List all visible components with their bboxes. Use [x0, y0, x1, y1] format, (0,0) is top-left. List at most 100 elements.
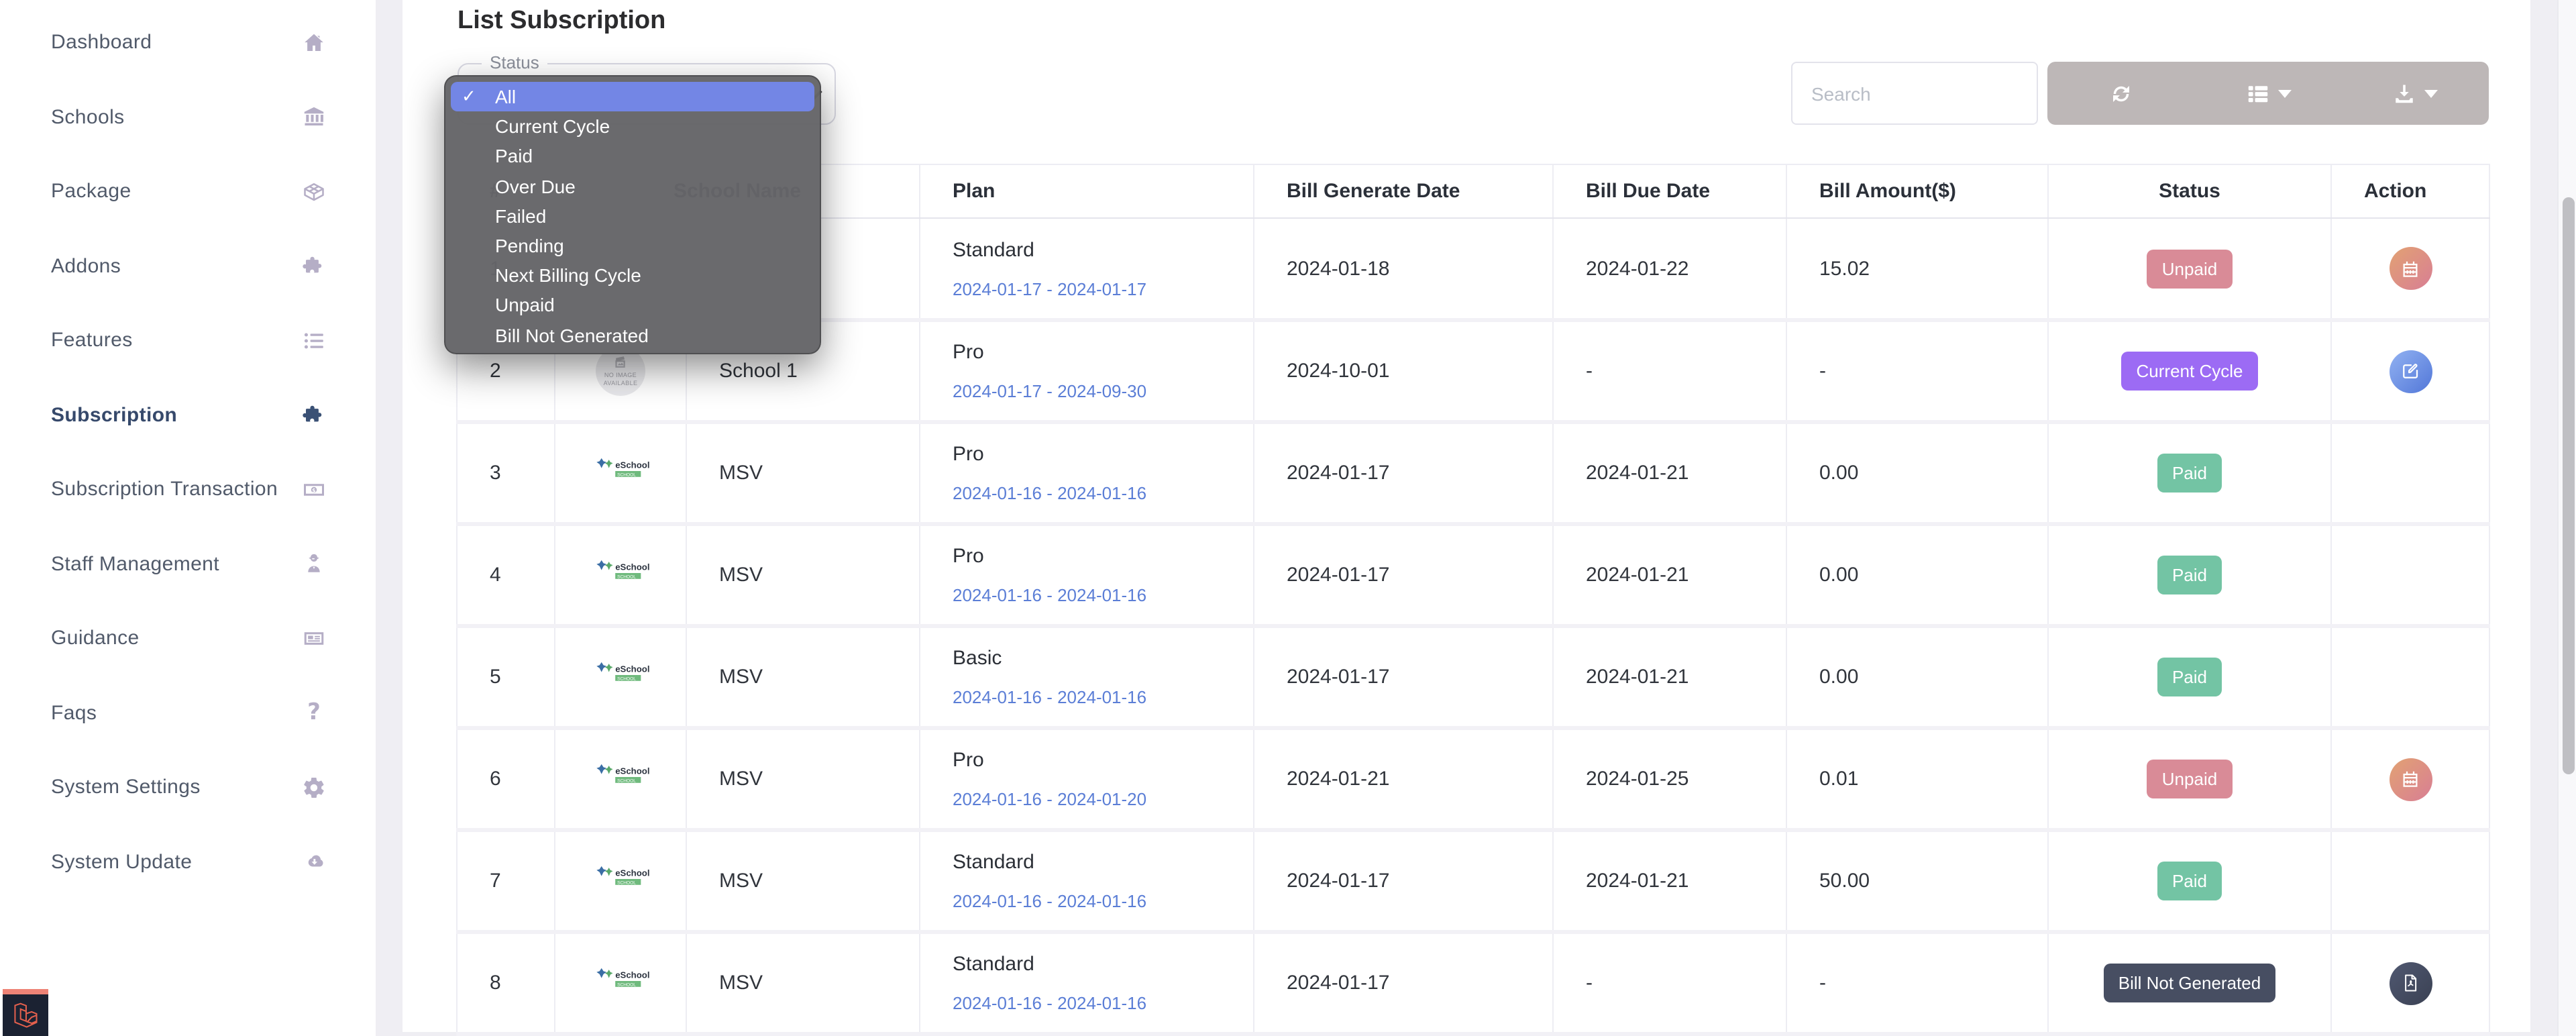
cell-action — [2331, 830, 2489, 932]
sidebar-item-label: Guidance — [51, 627, 140, 650]
table-row: 5eSchoolSCHOOLMSVBasic2024-01-16 - 2024-… — [457, 626, 2489, 728]
plan-period-link[interactable]: 2024-01-16 - 2024-01-16 — [953, 993, 1240, 1013]
cell-status: Current Cycle — [2048, 320, 2331, 422]
plan-period-link[interactable]: 2024-01-16 - 2024-01-16 — [953, 483, 1240, 503]
vertical-scrollbar-thumb[interactable] — [2562, 197, 2574, 774]
school-logo: eSchoolSCHOOL — [555, 862, 686, 900]
export-button[interactable] — [2342, 62, 2489, 125]
cell-plan: Standard2024-01-16 - 2024-01-16 — [920, 932, 1254, 1034]
sidebar-item-label: Subscription Transaction — [51, 478, 278, 501]
money-bill-icon — [301, 476, 327, 503]
search-input[interactable] — [1791, 62, 2038, 125]
package-icon — [301, 178, 327, 205]
sidebar-item-dashboard[interactable]: Dashboard — [0, 5, 376, 80]
sidebar-item-package[interactable]: Package — [0, 154, 376, 229]
cell-bill-generate-date: 2024-01-17 — [1254, 626, 1553, 728]
svg-text:eSchool: eSchool — [614, 460, 649, 470]
status-option-over-due[interactable]: Over Due — [445, 171, 820, 201]
status-option-failed[interactable]: Failed — [445, 201, 820, 231]
svg-text:SCHOOL: SCHOOL — [616, 982, 635, 986]
home-icon — [302, 31, 326, 55]
cloud-download-icon — [302, 850, 326, 874]
vertical-scrollbar-track[interactable] — [2557, 0, 2576, 1036]
calendar-action-button[interactable] — [2389, 247, 2432, 290]
status-badge: Paid — [2157, 862, 2222, 900]
bank-icon — [301, 104, 327, 131]
status-option-unpaid[interactable]: Unpaid — [445, 291, 820, 320]
plan-period-link[interactable]: 2024-01-17 - 2024-01-17 — [953, 278, 1240, 299]
plan-name: Pro — [953, 545, 1240, 568]
bank-icon — [302, 105, 326, 130]
sidebar-item-features[interactable]: Features — [0, 303, 376, 378]
refresh-button[interactable] — [2047, 62, 2194, 125]
cell-bill-amount: 0.00 — [1786, 524, 2048, 626]
plan-period-link[interactable]: 2024-01-16 - 2024-01-16 — [953, 687, 1240, 707]
sidebar-item-faqs[interactable]: Faqs? — [0, 676, 376, 750]
cell-plan: Pro 2024-01-16 - 2024-01-16 — [920, 422, 1254, 524]
plan-period-link[interactable]: 2024-01-16 - 2024-01-16 — [953, 585, 1240, 605]
cell-school-logo: eSchool SCHOOL — [555, 422, 686, 524]
plan-period-link[interactable]: 2024-01-16 - 2024-01-16 — [953, 891, 1240, 911]
table-row: 4eSchoolSCHOOLMSVPro2024-01-16 - 2024-01… — [457, 524, 2489, 626]
table-toolbar — [2047, 62, 2489, 125]
cell-bill-amount: 15.02 — [1786, 218, 2048, 320]
status-option-bill-not-generated[interactable]: Bill Not Generated — [445, 320, 820, 350]
cell-bill-due-date: 2024-01-25 — [1553, 728, 1786, 830]
question-icon: ? — [301, 700, 327, 727]
cell-bill-generate-date: 2024-01-17 — [1254, 932, 1553, 1034]
status-option-paid[interactable]: Paid — [445, 142, 820, 171]
puzzle-icon — [301, 253, 327, 280]
sidebar-item-addons[interactable]: Addons — [0, 229, 376, 303]
cell-bill-generate-date: 2024-01-17 — [1254, 524, 1553, 626]
plan-period-link[interactable]: 2024-01-17 - 2024-09-30 — [953, 381, 1240, 401]
status-select-label: Status — [482, 52, 547, 72]
svg-text:eSchool: eSchool — [614, 766, 649, 776]
cell-bill-generate-date: 2024-01-17 — [1254, 422, 1553, 524]
col-header-plan: Plan — [920, 164, 1254, 218]
cell-bill-due-date: 2024-01-21 — [1553, 524, 1786, 626]
status-option-pending[interactable]: Pending — [445, 231, 820, 260]
sidebar-item-subscription[interactable]: Subscription — [0, 378, 376, 452]
home-icon — [301, 30, 327, 56]
cell-plan: Pro 2024-01-16 - 2024-01-16 — [920, 524, 1254, 626]
status-option-next-billing-cycle[interactable]: Next Billing Cycle — [445, 260, 820, 290]
pdf-icon — [2400, 973, 2420, 993]
status-badge: Paid — [2157, 658, 2222, 696]
cell-status: Paid — [2048, 830, 2331, 932]
cell-plan: Standard2024-01-16 - 2024-01-16 — [920, 830, 1254, 932]
columns-button[interactable] — [2194, 62, 2341, 125]
staff-icon — [301, 551, 327, 578]
laravel-debugbar-toggle[interactable] — [3, 989, 48, 1036]
status-badge: Unpaid — [2147, 760, 2232, 798]
plan-period-link[interactable]: 2024-01-16 - 2024-01-20 — [953, 789, 1240, 809]
sidebar-item-staff-management[interactable]: Staff Management — [0, 527, 376, 601]
sidebar-item-subscription-transaction[interactable]: Subscription Transaction — [0, 452, 376, 527]
sidebar-item-schools[interactable]: Schools — [0, 80, 376, 154]
sidebar-item-system-update[interactable]: System Update — [0, 825, 376, 899]
sidebar-item-system-settings[interactable]: System Settings — [0, 750, 376, 825]
cell-bill-amount: 0.00 — [1786, 626, 2048, 728]
plan-name: Pro — [953, 443, 1240, 466]
status-option-current-cycle[interactable]: Current Cycle — [445, 111, 820, 141]
cell-school-name: MSV — [686, 422, 920, 524]
cell-school-name: MSV — [686, 524, 920, 626]
calendar-action-button[interactable] — [2389, 758, 2432, 800]
list-icon — [301, 327, 327, 354]
cell-school-name: MSV — [686, 830, 920, 932]
svg-text:eSchool: eSchool — [614, 970, 649, 980]
cell-row-number: 8 — [457, 932, 555, 1034]
cell-action — [2331, 932, 2489, 1034]
pdf-action-button[interactable] — [2389, 962, 2432, 1004]
sidebar-item-guidance[interactable]: Guidance — [0, 601, 376, 676]
table-row: 7eSchoolSCHOOLMSVStandard2024-01-16 - 20… — [457, 830, 2489, 932]
status-option-all[interactable]: ✓All — [451, 82, 814, 111]
cell-status: Bill Not Generated — [2048, 932, 2331, 1034]
cell-school-name: MSV — [686, 728, 920, 830]
status-dropdown-menu: ✓AllCurrent CyclePaidOver DueFailedPendi… — [444, 75, 821, 354]
svg-text:SCHOOL: SCHOOL — [616, 676, 635, 680]
svg-text:SCHOOL: SCHOOL — [616, 472, 635, 476]
table-row: 8eSchoolSCHOOLMSVStandard2024-01-16 - 20… — [457, 932, 2489, 1034]
plan-name: Standard — [953, 238, 1240, 261]
edit-action-button[interactable] — [2389, 350, 2432, 393]
cell-plan: Pro2024-01-16 - 2024-01-20 — [920, 728, 1254, 830]
